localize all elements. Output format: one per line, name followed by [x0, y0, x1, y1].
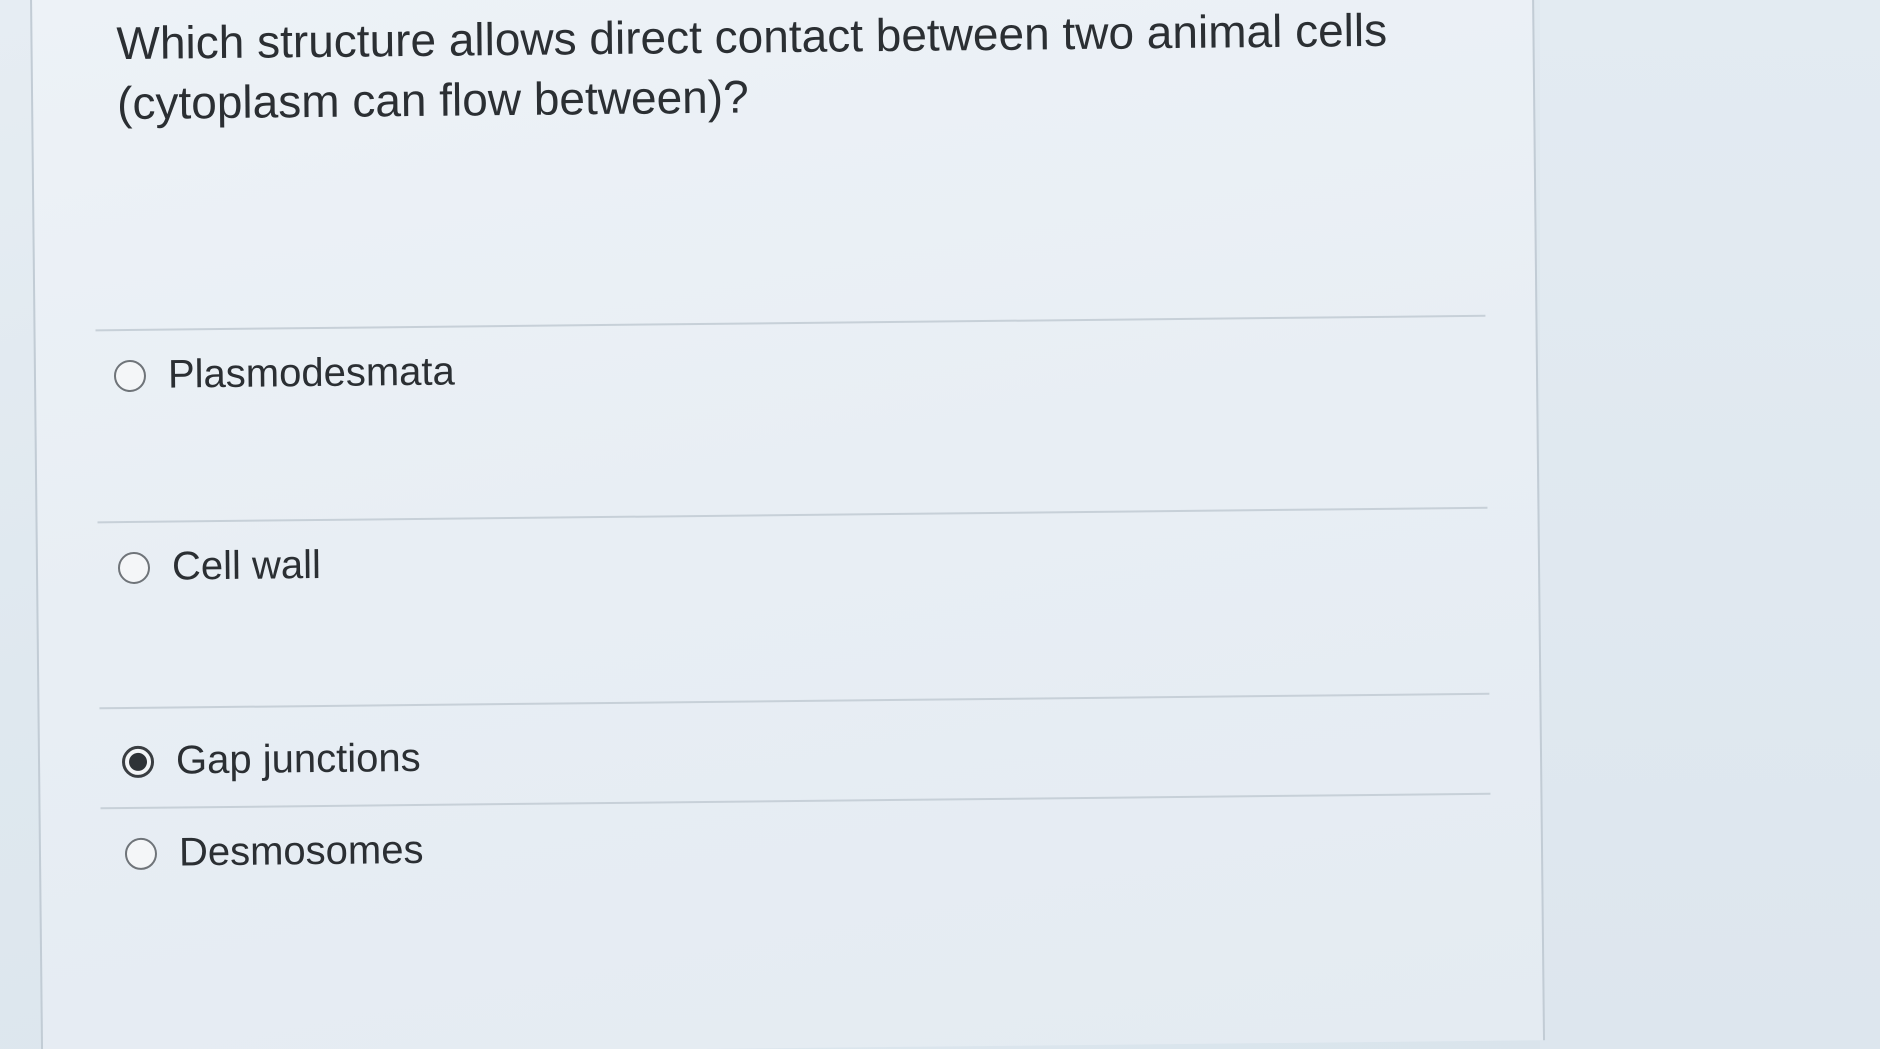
- answer-option-plasmodesmata[interactable]: Plasmodesmata: [113, 349, 455, 399]
- answer-option-cell-wall[interactable]: Cell wall: [117, 542, 322, 590]
- divider: [99, 692, 1490, 710]
- radio-button-unselected[interactable]: [124, 837, 158, 870]
- radio-button-unselected[interactable]: [113, 359, 147, 392]
- option-label: Desmosomes: [178, 827, 424, 875]
- radio-button-selected[interactable]: [121, 745, 155, 778]
- answer-option-gap-junctions[interactable]: Gap junctions: [121, 735, 421, 784]
- option-label: Plasmodesmata: [167, 349, 455, 397]
- divider: [95, 314, 1486, 332]
- divider: [100, 792, 1491, 810]
- answer-option-desmosomes[interactable]: Desmosomes: [124, 827, 424, 876]
- divider: [97, 506, 1488, 524]
- question-card: Which structure allows direct contact be…: [30, 0, 1546, 1049]
- option-label: Gap junctions: [175, 735, 421, 783]
- radio-selected-dot: [128, 752, 148, 771]
- question-text: Which structure allows direct contact be…: [116, 3, 1388, 130]
- radio-button-unselected[interactable]: [117, 551, 151, 584]
- page-margin: [1540, 0, 1880, 1049]
- option-label: Cell wall: [171, 542, 322, 589]
- screen: Which structure allows direct contact be…: [0, 0, 1880, 1049]
